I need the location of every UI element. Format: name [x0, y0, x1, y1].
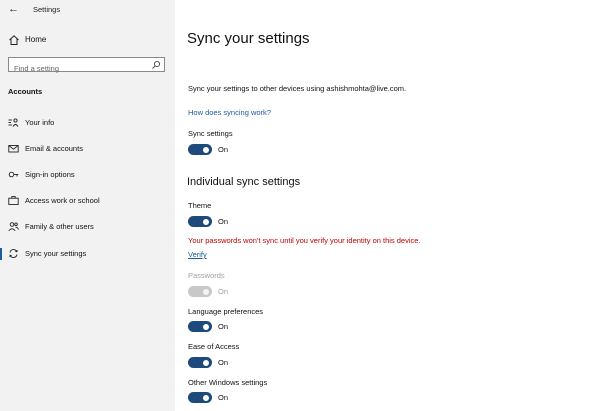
sidebar: ← Settings Home Accounts Your info Email…	[0, 0, 175, 411]
other-windows-label: Other Windows settings	[188, 378, 268, 387]
ease-of-access-state: On	[218, 358, 229, 367]
main-content: Sync your settings Sync your settings to…	[175, 0, 600, 411]
other-windows-toggle[interactable]	[188, 392, 212, 403]
language-toggle[interactable]	[188, 321, 212, 332]
language-state: On	[218, 322, 229, 331]
sync-settings-label: Sync settings	[188, 129, 233, 138]
person-list-icon	[8, 118, 19, 127]
theme-toggle[interactable]	[188, 216, 212, 227]
briefcase-icon	[8, 196, 19, 205]
sync-icon	[9, 249, 18, 258]
theme-state: On	[218, 217, 229, 226]
how-syncing-works-link[interactable]: How does syncing work?	[188, 108, 271, 117]
sidebar-item-access-work-or-school[interactable]: Access work or school	[0, 191, 175, 211]
toggle-knob	[203, 323, 209, 330]
sidebar-item-family-other-users[interactable]: Family & other users	[0, 217, 175, 237]
ease-of-access-label: Ease of Access	[188, 342, 240, 351]
back-arrow-icon[interactable]: ←	[8, 3, 19, 15]
sidebar-item-label: Family & other users	[25, 222, 94, 231]
password-warning: Your passwords won't sync until you veri…	[188, 236, 421, 245]
passwords-label: Passwords	[188, 271, 225, 280]
sidebar-item-label: Your info	[25, 118, 55, 127]
sidebar-item-your-info[interactable]: Your info	[0, 113, 175, 133]
toggle-knob	[203, 394, 209, 401]
sidebar-item-label: Sign-in options	[25, 170, 75, 179]
language-label: Language preferences	[188, 307, 264, 316]
people-icon	[8, 222, 19, 232]
sidebar-item-label: Access work or school	[25, 196, 100, 205]
ease-of-access-toggle[interactable]	[188, 357, 212, 368]
other-windows-state: On	[218, 393, 229, 402]
key-icon	[8, 171, 19, 178]
toggle-knob	[203, 146, 209, 153]
toggle-knob	[203, 359, 209, 366]
sidebar-item-sign-in-options[interactable]: Sign-in options	[0, 165, 175, 185]
window-title: Settings	[33, 5, 61, 14]
sync-settings-state: On	[218, 145, 229, 154]
toggle-knob	[203, 288, 209, 295]
sidebar-item-label: Sync your settings	[25, 249, 87, 258]
sidebar-item-email-accounts[interactable]: Email & accounts	[0, 139, 175, 159]
home-icon	[9, 35, 19, 45]
passwords-toggle	[188, 286, 212, 297]
individual-sync-heading: Individual sync settings	[187, 176, 301, 188]
theme-label: Theme	[188, 201, 212, 210]
home-link[interactable]: Home	[25, 35, 46, 44]
active-indicator	[0, 248, 2, 260]
section-label: Accounts	[8, 87, 43, 96]
search-box[interactable]	[8, 57, 165, 75]
search-icon[interactable]	[151, 60, 161, 70]
passwords-state: On	[218, 287, 229, 296]
sync-settings-toggle[interactable]	[188, 144, 212, 155]
mail-icon	[8, 145, 19, 153]
search-input[interactable]	[9, 62, 144, 75]
sync-description: Sync your settings to other devices usin…	[188, 84, 407, 93]
sidebar-item-label: Email & accounts	[25, 144, 83, 153]
verify-link[interactable]: Verify	[188, 250, 207, 259]
page-title: Sync your settings	[187, 30, 310, 47]
sidebar-item-sync-your-settings[interactable]: Sync your settings	[0, 244, 175, 264]
toggle-knob	[203, 218, 209, 225]
